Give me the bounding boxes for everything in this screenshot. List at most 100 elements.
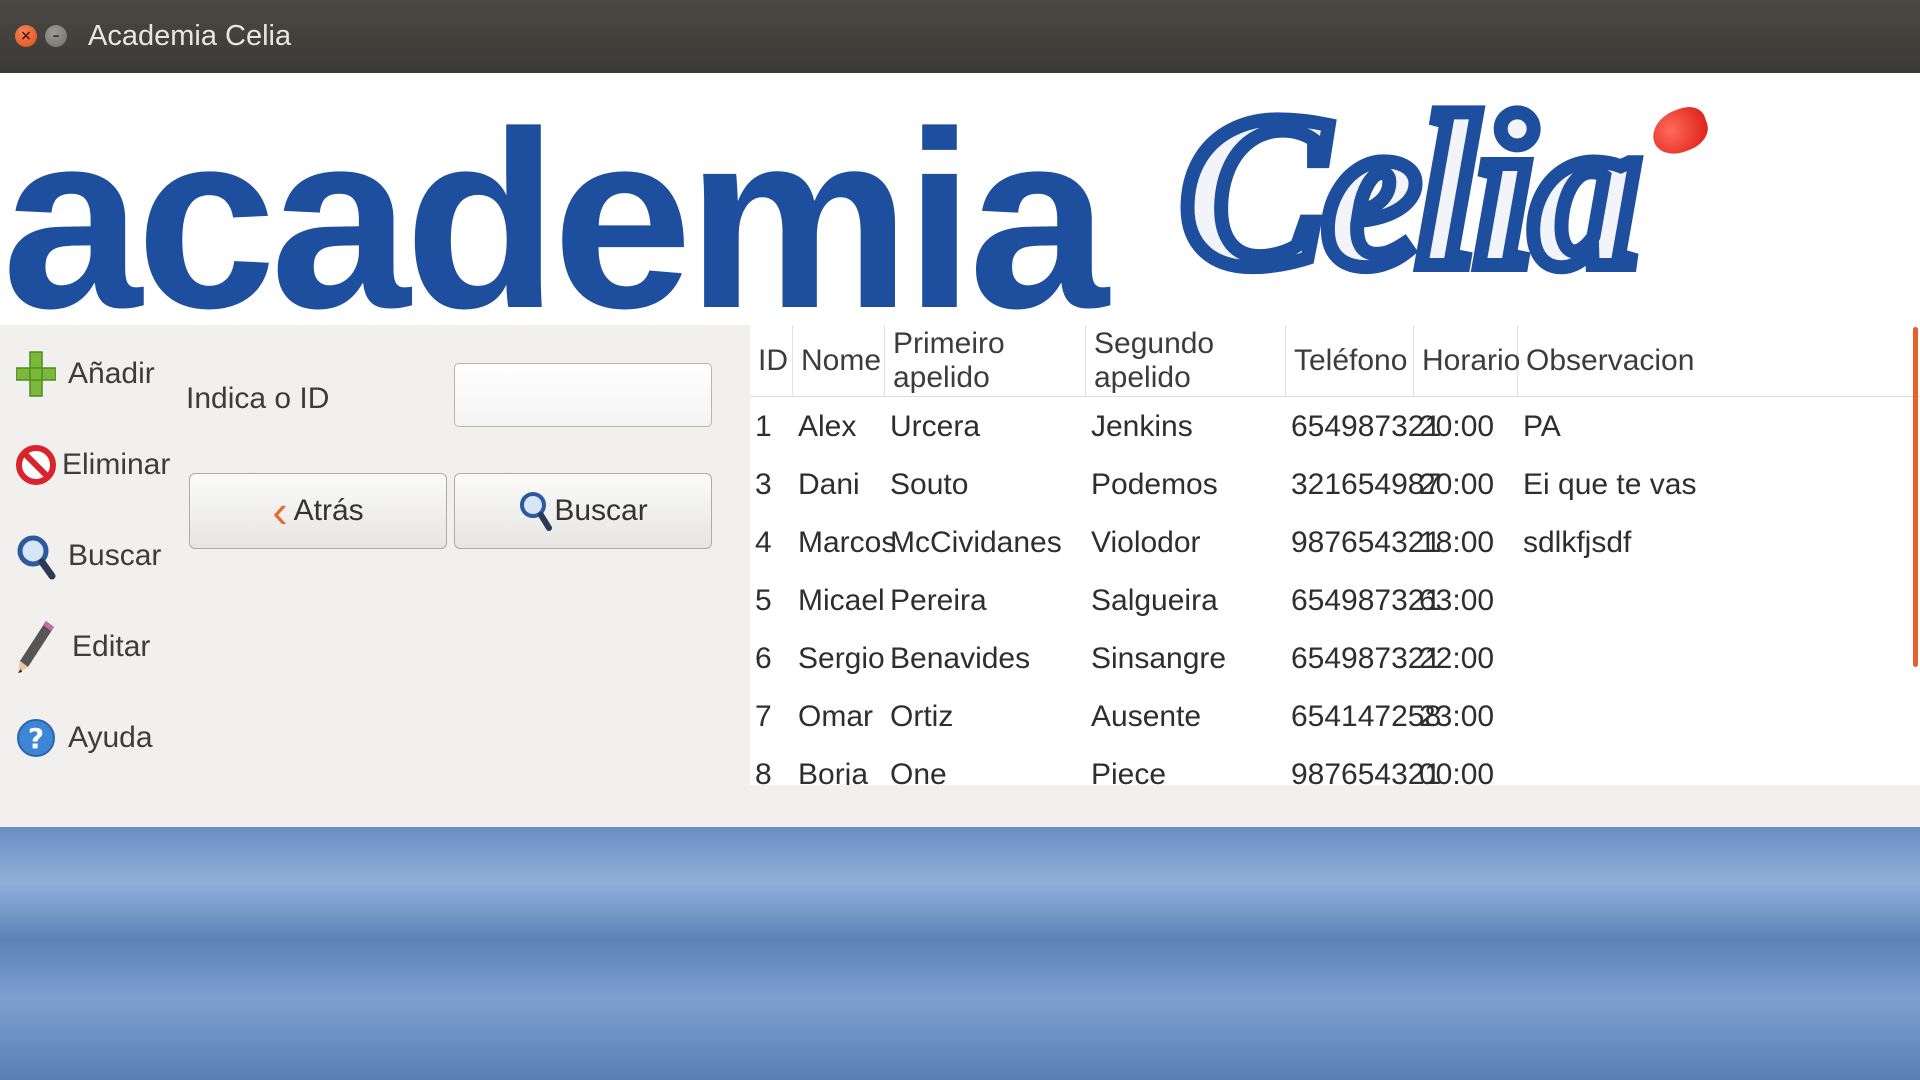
cell-observacion [1518, 630, 1920, 688]
cell-primeiro-apelido: Pereira [890, 584, 987, 617]
cell-primeiro-apelido: Benavides [890, 642, 1031, 675]
magnifier-icon [518, 488, 553, 534]
cell-segundo-apelido: Sinsangre [1091, 642, 1227, 675]
window-title: Academia Celia [88, 20, 292, 52]
logo-academia-text: academia [2, 80, 1109, 326]
cell-primeiro-apelido: Souto [890, 468, 969, 501]
cell-primeiro-apelido: Ortiz [890, 700, 954, 733]
no-entry-icon [14, 438, 58, 492]
table-row[interactable]: 4 Marcos McCividanes Violodor 987654321 … [750, 514, 1920, 572]
column-header-observacion[interactable]: Observacion [1518, 325, 1920, 396]
chevron-left-icon: ‹ [272, 485, 288, 537]
minimize-icon[interactable]: – [45, 25, 67, 47]
cell-nome: Alex [798, 410, 857, 443]
cell-id: 5 [755, 584, 772, 617]
table-row[interactable]: 8 Borja One Piece 987654321 00:00 [750, 746, 1920, 785]
cell-primeiro-apelido: McCividanes [890, 526, 1062, 559]
cell-segundo-apelido: Ausente [1091, 700, 1202, 733]
cell-horario: 00:00 [1419, 758, 1495, 785]
cell-nome: Marcos [798, 526, 897, 559]
search-button-label: Buscar [554, 494, 648, 527]
cell-telefono: 654987321 [1291, 410, 1442, 443]
table-row[interactable]: 1 Alex Urcera Jenkins 654987321 20:00 PA [750, 398, 1920, 456]
logo-celia-text: Celia [1173, 73, 1648, 313]
cell-id: 8 [755, 758, 772, 785]
cell-segundo-apelido: Podemos [1091, 468, 1218, 501]
flame-icon [1646, 101, 1714, 161]
table-row[interactable]: 6 Sergio Benavides Sinsangre 654987321 2… [750, 630, 1920, 688]
table-row[interactable]: 7 Omar Ortiz Ausente 654147258 23:00 [750, 688, 1920, 746]
table-header: ID Nome Primeiro apelido Segundo apelido… [750, 325, 1920, 397]
cell-observacion: PA [1523, 410, 1561, 443]
cell-segundo-apelido: Jenkins [1091, 410, 1193, 443]
cell-id: 7 [755, 700, 772, 733]
cell-nome: Micael [798, 584, 885, 617]
logo-banner: academia Celia [0, 73, 1920, 325]
sidebar-item-label: Ayuda [68, 721, 153, 754]
cell-primeiro-apelido: One [890, 758, 947, 785]
id-label: Indica o ID [186, 382, 330, 415]
sidebar-item-buscar[interactable]: Buscar [14, 526, 161, 586]
cell-horario: 63:00 [1419, 584, 1495, 617]
data-table[interactable]: ID Nome Primeiro apelido Segundo apelido… [750, 325, 1920, 785]
cell-id: 6 [755, 642, 772, 675]
column-header-telefono[interactable]: Teléfono [1286, 325, 1414, 396]
background-image [0, 827, 1920, 1080]
cell-horario: 23:00 [1419, 700, 1495, 733]
cell-telefono: 987654321 [1291, 758, 1442, 785]
table-row[interactable]: 5 Micael Pereira Salgueira 654987321 63:… [750, 572, 1920, 630]
cell-segundo-apelido: Piece [1091, 758, 1167, 785]
cell-primeiro-apelido: Urcera [890, 410, 981, 443]
cell-id: 1 [755, 410, 772, 443]
cell-observacion: sdlkfjsdf [1523, 526, 1632, 559]
cell-nome: Omar [798, 700, 873, 733]
sidebar-item-anadir[interactable]: Añadir [14, 344, 155, 404]
cell-observacion: Ei que te vas [1523, 468, 1697, 501]
cell-nome: Dani [798, 468, 860, 501]
cell-horario: 20:00 [1419, 468, 1495, 501]
sidebar-item-label: Eliminar [62, 448, 171, 481]
cell-nome: Borja [798, 758, 869, 785]
cell-observacion [1518, 746, 1920, 785]
search-button[interactable]: Buscar [454, 473, 712, 549]
main-panel: Añadir Eliminar Buscar Editar ? Ayuda In… [0, 325, 1920, 827]
cell-horario: 20:00 [1419, 410, 1495, 443]
cell-telefono: 987654321 [1291, 526, 1442, 559]
plus-icon [14, 347, 58, 401]
cell-segundo-apelido: Salgueira [1091, 584, 1218, 617]
cell-telefono: 654987321 [1291, 642, 1442, 675]
column-header-nome[interactable]: Nome [793, 325, 885, 396]
sidebar-item-eliminar[interactable]: Eliminar [14, 435, 170, 495]
column-header-id[interactable]: ID [750, 325, 793, 396]
pencil-icon [14, 620, 58, 674]
sidebar-item-label: Buscar [68, 539, 162, 572]
cell-telefono: 654987321 [1291, 584, 1442, 617]
table-row[interactable]: 3 Dani Souto Podemos 321654987 20:00 Ei … [750, 456, 1920, 514]
cell-observacion [1518, 688, 1920, 746]
svg-text:?: ? [28, 722, 44, 755]
magnifier-icon [14, 529, 58, 583]
close-icon[interactable]: × [15, 25, 37, 47]
column-header-segundo-apelido[interactable]: Segundo apelido [1086, 325, 1286, 396]
cell-id: 4 [755, 526, 772, 559]
cell-segundo-apelido: Violodor [1091, 526, 1201, 559]
cell-telefono: 321654987 [1291, 468, 1442, 501]
sidebar-item-editar[interactable]: Editar [14, 617, 150, 677]
sidebar-item-label: Añadir [68, 357, 155, 390]
cell-observacion [1518, 572, 1920, 630]
cell-horario: 22:00 [1419, 642, 1495, 675]
sidebar-item-ayuda[interactable]: ? Ayuda [14, 708, 153, 768]
cell-id: 3 [755, 468, 772, 501]
cell-telefono: 654147258 [1291, 700, 1442, 733]
column-header-horario[interactable]: Horario [1414, 325, 1520, 396]
scrollbar[interactable] [1913, 327, 1918, 667]
title-bar: × – Academia Celia [0, 0, 1920, 73]
column-header-primeiro-apelido[interactable]: Primeiro apelido [885, 325, 1086, 396]
cell-horario: 18:00 [1419, 526, 1495, 559]
cell-nome: Sergio [798, 642, 885, 675]
back-button[interactable]: ‹ Atrás [189, 473, 447, 549]
back-button-label: Atrás [293, 494, 364, 527]
id-input[interactable] [454, 363, 712, 427]
sidebar-item-label: Editar [72, 630, 151, 663]
help-icon: ? [14, 711, 58, 765]
